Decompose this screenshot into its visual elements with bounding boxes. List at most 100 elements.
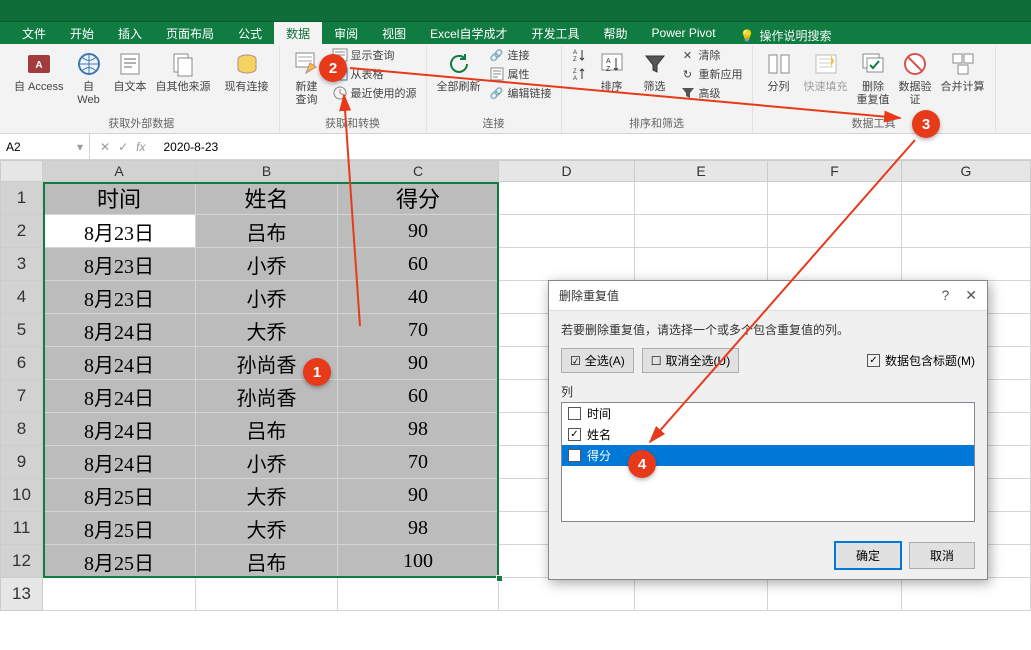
cell-E13[interactable] <box>635 578 768 611</box>
connections-button[interactable]: 🔗连接 <box>486 46 555 64</box>
cell-A2[interactable]: 8月23日 <box>43 215 196 248</box>
properties-button[interactable]: 属性 <box>486 65 555 83</box>
formula-input[interactable]: 2020-8-23 <box>155 140 1031 154</box>
cell-C6[interactable]: 90 <box>338 347 499 380</box>
cell-F1[interactable] <box>768 182 902 215</box>
tab-数据[interactable]: 数据 <box>274 22 322 44</box>
cell-B5[interactable]: 大乔 <box>196 314 338 347</box>
data-validation-button[interactable]: 数据验 证 <box>895 46 936 109</box>
cell-D3[interactable] <box>499 248 635 281</box>
dialog-titlebar[interactable]: 删除重复值 ?✕ <box>549 281 987 311</box>
fx-icon[interactable]: fx <box>136 140 145 154</box>
row-header-4[interactable]: 4 <box>0 281 43 314</box>
cell-C3[interactable]: 60 <box>338 248 499 281</box>
advanced-filter-button[interactable]: 高级 <box>677 84 746 102</box>
cell-B13[interactable] <box>196 578 338 611</box>
cell-C5[interactable]: 70 <box>338 314 499 347</box>
refresh-all-button[interactable]: 全部刷新 <box>433 46 485 96</box>
column-item-时间[interactable]: 时间 <box>562 403 974 424</box>
row-header-5[interactable]: 5 <box>0 314 43 347</box>
tab-帮助[interactable]: 帮助 <box>592 22 640 44</box>
confirm-icon[interactable]: ✓ <box>118 140 128 154</box>
cell-C1[interactable]: 得分 <box>338 182 499 215</box>
from-text-button[interactable]: 自文本 <box>110 46 151 96</box>
cell-D13[interactable] <box>499 578 635 611</box>
row-header-10[interactable]: 10 <box>0 479 43 512</box>
cell-A12[interactable]: 8月25日 <box>43 545 196 578</box>
has-header-checkbox[interactable]: ✓数据包含标题(M) <box>867 352 975 369</box>
cell-G13[interactable] <box>902 578 1031 611</box>
tab-Power Pivot[interactable]: Power Pivot <box>640 22 728 44</box>
cell-C8[interactable]: 98 <box>338 413 499 446</box>
column-item-得分[interactable]: 得分 <box>562 445 974 466</box>
cell-C11[interactable]: 98 <box>338 512 499 545</box>
col-header-C[interactable]: C <box>338 160 499 182</box>
cell-D1[interactable] <box>499 182 635 215</box>
col-header-A[interactable]: A <box>43 160 196 182</box>
cell-D2[interactable] <box>499 215 635 248</box>
existing-connections-button[interactable]: 现有连接 <box>221 46 273 96</box>
cell-C7[interactable]: 60 <box>338 380 499 413</box>
cell-B8[interactable]: 吕布 <box>196 413 338 446</box>
row-header-7[interactable]: 7 <box>0 380 43 413</box>
cell-G2[interactable] <box>902 215 1031 248</box>
cell-E2[interactable] <box>635 215 768 248</box>
sort-az-button[interactable]: AZ <box>568 46 590 64</box>
row-header-13[interactable]: 13 <box>0 578 43 611</box>
text-to-columns-button[interactable]: 分列 <box>759 46 799 96</box>
tab-审阅[interactable]: 审阅 <box>322 22 370 44</box>
cell-E3[interactable] <box>635 248 768 281</box>
deselect-all-button[interactable]: ☐取消全选(U) <box>642 348 739 373</box>
cell-A5[interactable]: 8月24日 <box>43 314 196 347</box>
cell-F13[interactable] <box>768 578 902 611</box>
row-header-11[interactable]: 11 <box>0 512 43 545</box>
row-header-8[interactable]: 8 <box>0 413 43 446</box>
columns-listbox[interactable]: 时间✓姓名得分 <box>561 402 975 522</box>
cell-A10[interactable]: 8月25日 <box>43 479 196 512</box>
tab-公式[interactable]: 公式 <box>226 22 274 44</box>
from-web-button[interactable]: 自 Web <box>69 46 109 109</box>
tell-me-search[interactable]: 💡操作说明搜索 <box>740 27 832 44</box>
cell-A7[interactable]: 8月24日 <box>43 380 196 413</box>
recent-sources-button[interactable]: 最近使用的源 <box>329 84 420 102</box>
cell-G1[interactable] <box>902 182 1031 215</box>
sort-za-button[interactable]: ZA <box>568 65 590 83</box>
cell-E1[interactable] <box>635 182 768 215</box>
row-header-6[interactable]: 6 <box>0 347 43 380</box>
cell-C4[interactable]: 40 <box>338 281 499 314</box>
tab-Excel自学成才[interactable]: Excel自学成才 <box>418 22 519 44</box>
cell-B2[interactable]: 吕布 <box>196 215 338 248</box>
select-all-button[interactable]: ☑全选(A) <box>561 348 634 373</box>
cell-B9[interactable]: 小乔 <box>196 446 338 479</box>
help-icon[interactable]: ? <box>941 287 949 304</box>
cell-A6[interactable]: 8月24日 <box>43 347 196 380</box>
tab-开始[interactable]: 开始 <box>58 22 106 44</box>
flash-fill-button[interactable]: 快速填充 <box>800 46 852 96</box>
row-header-1[interactable]: 1 <box>0 182 43 215</box>
tab-页面布局[interactable]: 页面布局 <box>154 22 226 44</box>
cell-C13[interactable] <box>338 578 499 611</box>
cancel-button[interactable]: 取消 <box>909 542 975 569</box>
col-header-B[interactable]: B <box>196 160 338 182</box>
filter-button[interactable]: 筛选 <box>634 46 676 96</box>
row-header-3[interactable]: 3 <box>0 248 43 281</box>
cell-B1[interactable]: 姓名 <box>196 182 338 215</box>
consolidate-button[interactable]: 合并计算 <box>937 46 989 96</box>
close-icon[interactable]: ✕ <box>965 287 977 304</box>
row-header-2[interactable]: 2 <box>0 215 43 248</box>
from-access-button[interactable]: A自 Access <box>10 46 68 96</box>
cell-A3[interactable]: 8月23日 <box>43 248 196 281</box>
cell-A1[interactable]: 时间 <box>43 182 196 215</box>
cancel-icon[interactable]: ✕ <box>100 140 110 154</box>
cell-A13[interactable] <box>43 578 196 611</box>
cell-A8[interactable]: 8月24日 <box>43 413 196 446</box>
cell-G3[interactable] <box>902 248 1031 281</box>
new-query-button[interactable]: 新建 查询 <box>286 46 328 109</box>
cell-A11[interactable]: 8月25日 <box>43 512 196 545</box>
cell-C2[interactable]: 90 <box>338 215 499 248</box>
row-header-9[interactable]: 9 <box>0 446 43 479</box>
ok-button[interactable]: 确定 <box>835 542 901 569</box>
tab-视图[interactable]: 视图 <box>370 22 418 44</box>
remove-duplicates-button[interactable]: 删除 重复值 <box>853 46 894 109</box>
cell-B3[interactable]: 小乔 <box>196 248 338 281</box>
